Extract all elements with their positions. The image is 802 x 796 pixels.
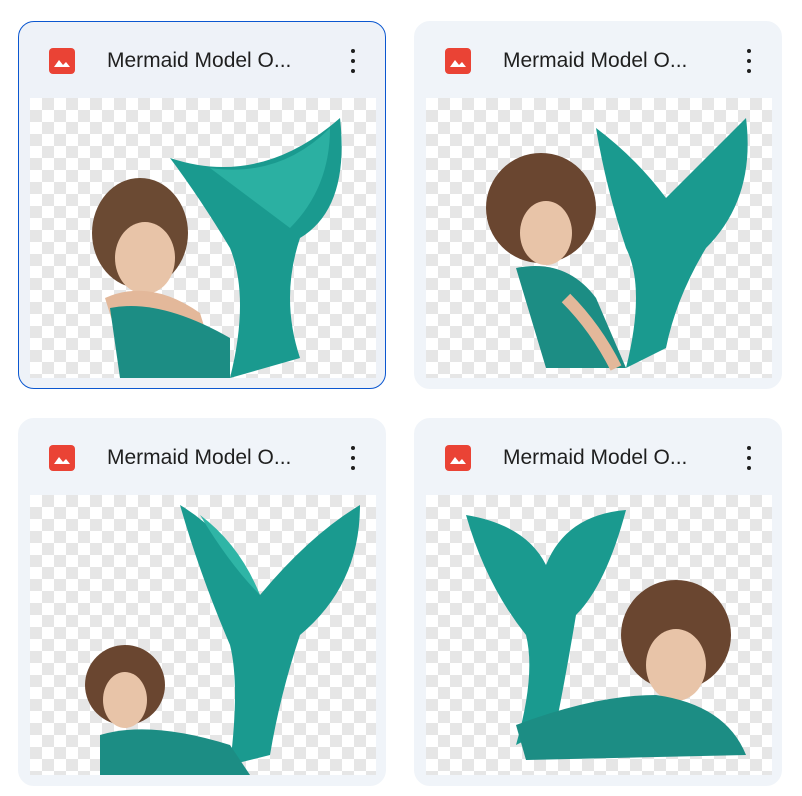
image-icon — [49, 445, 75, 471]
file-card[interactable]: Mermaid Model O... — [18, 21, 386, 389]
image-icon — [445, 445, 471, 471]
file-card[interactable]: Mermaid Model O... — [18, 418, 386, 786]
image-thumbnail[interactable] — [30, 98, 376, 378]
file-title[interactable]: Mermaid Model O... — [107, 46, 337, 76]
image-thumbnail[interactable] — [30, 495, 376, 775]
file-title[interactable]: Mermaid Model O... — [503, 46, 733, 76]
more-vert-icon[interactable] — [341, 443, 365, 473]
file-card[interactable]: Mermaid Model O... — [414, 418, 782, 786]
file-title[interactable]: Mermaid Model O... — [107, 443, 337, 473]
image-thumbnail[interactable] — [426, 98, 772, 378]
file-card-header: Mermaid Model O... — [415, 22, 781, 98]
image-icon — [49, 48, 75, 74]
file-card-header: Mermaid Model O... — [19, 419, 385, 495]
file-card-header: Mermaid Model O... — [415, 419, 781, 495]
file-card[interactable]: Mermaid Model O... — [414, 21, 782, 389]
more-vert-icon[interactable] — [737, 443, 761, 473]
more-vert-icon[interactable] — [737, 46, 761, 76]
file-title[interactable]: Mermaid Model O... — [503, 443, 733, 473]
image-icon — [445, 48, 471, 74]
image-thumbnail[interactable] — [426, 495, 772, 775]
more-vert-icon[interactable] — [341, 46, 365, 76]
file-card-header: Mermaid Model O... — [19, 22, 385, 98]
